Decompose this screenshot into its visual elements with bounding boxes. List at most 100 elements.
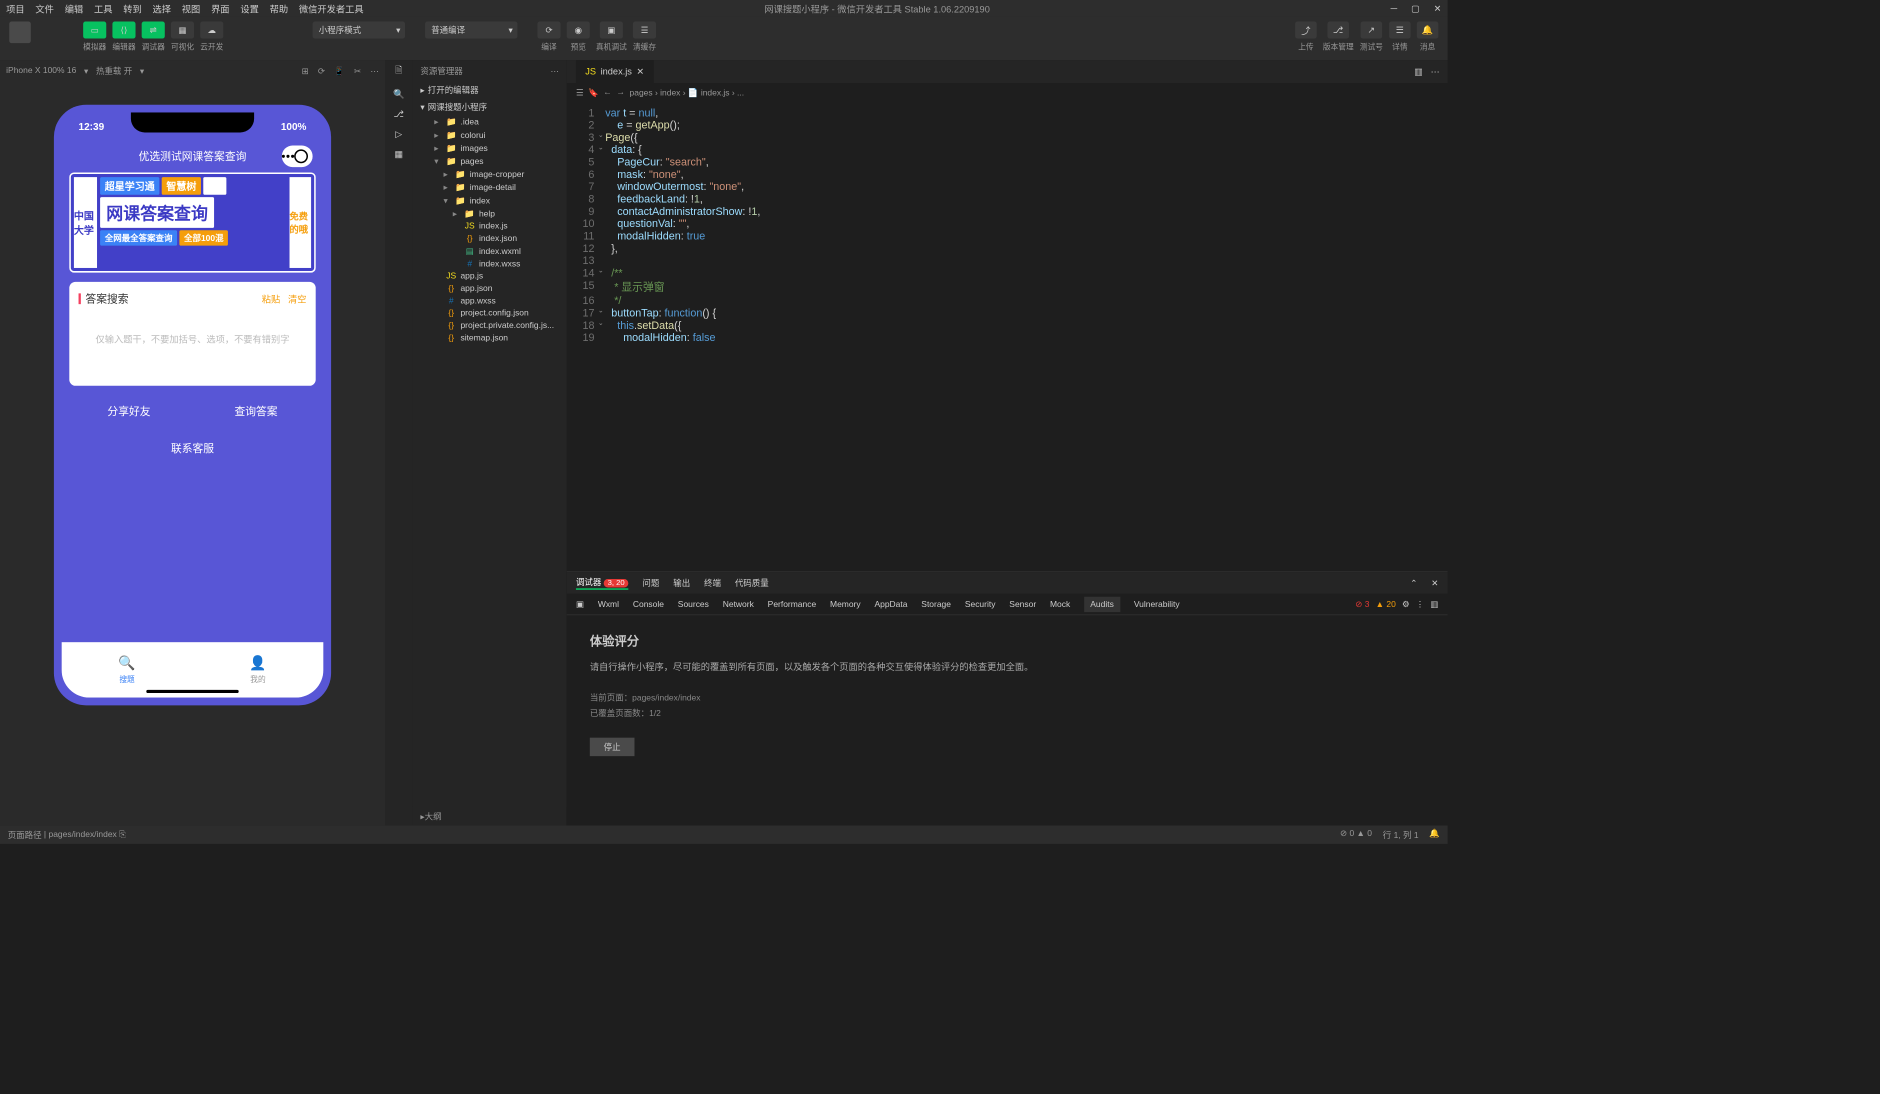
mode-select[interactable]: 小程序模式 (313, 22, 405, 39)
debugger-toggle[interactable]: ⇌ (142, 22, 165, 39)
menu-item[interactable]: 编辑 (65, 2, 83, 15)
visual-toggle[interactable]: ▦ (171, 22, 194, 39)
dock-icon[interactable]: ▥ (1430, 599, 1438, 609)
tab-close-icon[interactable]: ✕ (637, 66, 645, 77)
devtools-subtab[interactable]: Vulnerability (1134, 599, 1180, 608)
menu-item[interactable]: 设置 (240, 2, 258, 15)
tree-item[interactable]: ▸📁.idea (413, 116, 567, 129)
devtools-subtab[interactable]: Storage (921, 599, 951, 608)
devtools-tab[interactable]: 调试器 3, 20 (576, 576, 629, 590)
minimize-icon[interactable]: ─ (1391, 3, 1398, 14)
tree-item[interactable]: ▸📁image-cropper (413, 168, 567, 181)
menu-item[interactable]: 文件 (35, 2, 53, 15)
open-editors[interactable]: ▸ 打开的编辑器 (413, 82, 567, 99)
files-icon[interactable]: 🗎 (395, 63, 402, 79)
page-path-label[interactable]: 页面路径 (8, 829, 42, 841)
devtools-tab[interactable]: 终端 (704, 577, 721, 589)
devtools-tab[interactable]: 输出 (673, 577, 690, 589)
sim-icon[interactable]: 📱 (334, 66, 345, 76)
menu-item[interactable]: 帮助 (270, 2, 288, 15)
devtools-subtab[interactable]: Wxml (598, 599, 619, 608)
bell-icon[interactable]: 🔔 (1429, 829, 1440, 841)
contact-button[interactable]: 联系客服 (69, 432, 315, 464)
close-icon[interactable]: ✕ (1434, 3, 1442, 14)
compile-button[interactable]: ⟳ (537, 22, 560, 39)
project-root[interactable]: ▾ 网课搜题小程序 (413, 99, 567, 116)
copy-icon[interactable]: ⎘ (119, 830, 126, 840)
cloud-toggle[interactable]: ☁ (200, 22, 223, 39)
simulator-toggle[interactable]: ▭ (83, 22, 106, 39)
clear-button[interactable]: 清空 (288, 292, 306, 305)
tree-item[interactable]: {}app.json (413, 283, 567, 295)
devtools-subtab[interactable]: Network (723, 599, 754, 608)
preview-button[interactable]: ◉ (567, 22, 590, 39)
menu-item[interactable]: 微信开发者工具 (299, 2, 364, 15)
realdevice-button[interactable]: ▣ (600, 22, 623, 39)
devtools-subtab[interactable]: Sensor (1009, 599, 1036, 608)
menu-item[interactable]: 项目 (6, 2, 24, 15)
tree-item[interactable]: {}sitemap.json (413, 332, 567, 344)
upload-button[interactable]: ⤴ (1295, 22, 1317, 39)
tree-item[interactable]: ▸📁help (413, 207, 567, 220)
paste-button[interactable]: 粘贴 (262, 292, 280, 305)
tree-item[interactable]: ▸📁image-detail (413, 181, 567, 194)
devtools-tab[interactable]: 问题 (642, 577, 659, 589)
devtools-subtab[interactable]: Sources (678, 599, 709, 608)
question-input[interactable]: 仅输入题干，不要加括号、选项，不要有错别字 (79, 317, 307, 376)
editor-tab[interactable]: JSindex.js✕ (576, 60, 654, 83)
tree-item[interactable]: ▾📁index (413, 194, 567, 207)
breadcrumb[interactable]: ☰🔖←→pages › index › 📄 index.js › ... (567, 83, 1448, 101)
editor-toggle[interactable]: ⟨⟩ (112, 22, 135, 39)
hot-reload[interactable]: 热重载 开 (96, 65, 132, 77)
maximize-icon[interactable]: ▢ (1411, 3, 1420, 14)
query-button[interactable]: 查询答案 (196, 395, 315, 427)
capsule[interactable] (282, 146, 313, 168)
devtools-tab[interactable]: 代码质量 (735, 577, 769, 589)
device-select[interactable]: iPhone X 100% 16 (6, 66, 76, 75)
ext-icon[interactable]: ▦ (394, 149, 403, 160)
menu-item[interactable]: 界面 (211, 2, 229, 15)
more-icon[interactable]: ⋯ (1431, 66, 1440, 77)
devtools-subtab[interactable]: AppData (874, 599, 907, 608)
outline[interactable]: ▸ 大纲 (413, 807, 567, 825)
share-button[interactable]: 分享好友 (69, 395, 188, 427)
tree-item[interactable]: ▸📁images (413, 142, 567, 155)
gear-icon[interactable]: ⚙ (1402, 599, 1410, 609)
tree-item[interactable]: JSindex.js (413, 220, 567, 232)
details-button[interactable]: ☰ (1389, 22, 1411, 39)
menu-item[interactable]: 选择 (153, 2, 171, 15)
avatar[interactable] (9, 22, 31, 44)
tree-item[interactable]: #app.wxss (413, 295, 567, 307)
tree-item[interactable]: JSapp.js (413, 270, 567, 282)
devtools-subtab[interactable]: Performance (768, 599, 816, 608)
clearcache-button[interactable]: ☰ (633, 22, 656, 39)
tree-item[interactable]: {}index.json (413, 233, 567, 245)
tree-item[interactable]: ▤index.wxml (413, 245, 567, 258)
test-button[interactable]: ↗ (1361, 22, 1383, 39)
tree-item[interactable]: {}project.private.config.js... (413, 320, 567, 332)
compile-select[interactable]: 普通编译 (425, 22, 517, 39)
debug-icon[interactable]: ▷ (395, 129, 402, 140)
devtools-subtab[interactable]: Audits (1084, 596, 1120, 611)
devtools-subtab[interactable]: Security (965, 599, 996, 608)
menu-item[interactable]: 视图 (182, 2, 200, 15)
search-icon[interactable]: 🔍 (393, 89, 405, 100)
branch-icon[interactable]: ⎇ (394, 109, 405, 120)
sim-icon[interactable]: ⊞ (302, 66, 309, 76)
split-icon[interactable]: ▥ (1414, 66, 1423, 77)
tree-item[interactable]: {}project.config.json (413, 307, 567, 319)
stop-button[interactable]: 停止 (590, 737, 635, 755)
sim-icon[interactable]: ⋯ (370, 66, 378, 76)
sim-icon[interactable]: ⟳ (318, 66, 325, 76)
tree-item[interactable]: #index.wxss (413, 258, 567, 270)
message-button[interactable]: 🔔 (1417, 22, 1439, 39)
devtools-subtab[interactable]: Mock (1050, 599, 1070, 608)
menu-item[interactable]: 转到 (123, 2, 141, 15)
version-button[interactable]: ⎇ (1327, 22, 1349, 39)
inspect-icon[interactable]: ▣ (576, 599, 584, 609)
panel-up-icon[interactable]: ⌃ (1410, 578, 1417, 588)
panel-close-icon[interactable]: ✕ (1431, 578, 1438, 588)
tree-item[interactable]: ▸📁colorui (413, 129, 567, 142)
tree-item[interactable]: ▾📁pages (413, 155, 567, 168)
sim-icon[interactable]: ✂ (354, 66, 361, 76)
